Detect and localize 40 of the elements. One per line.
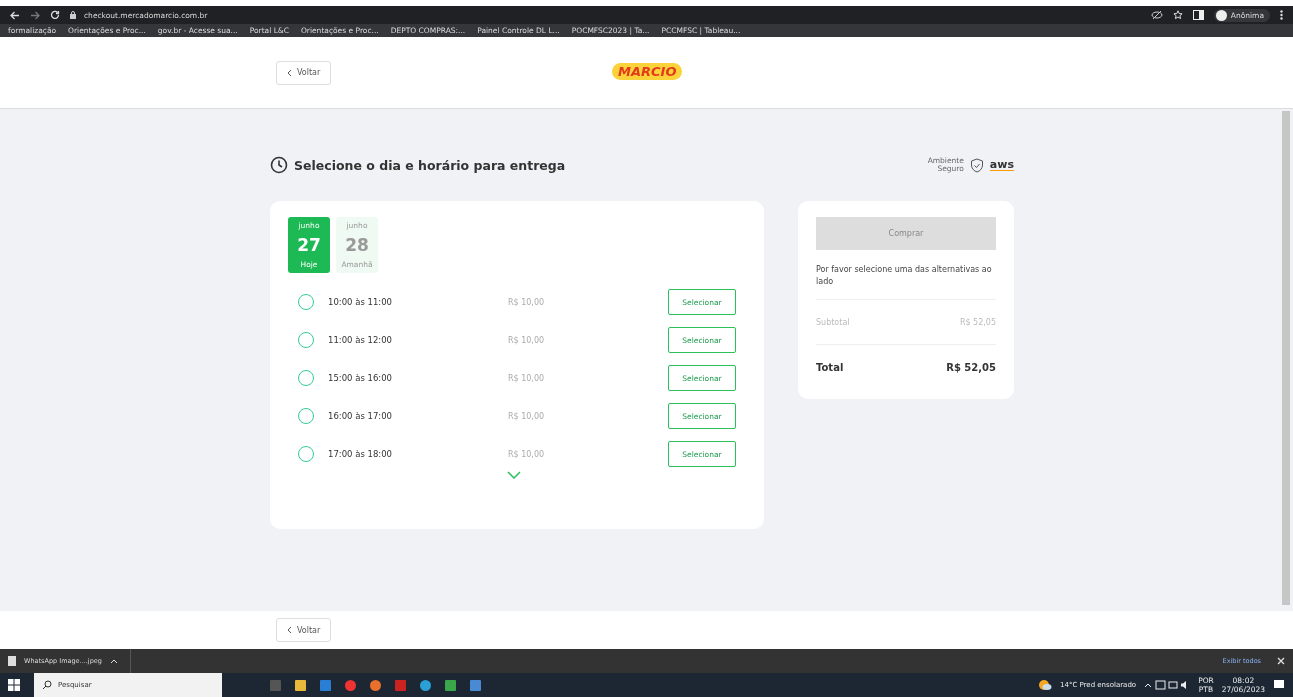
slot-price: R$ 10,00 — [508, 411, 546, 421]
menu-icon[interactable] — [1280, 10, 1283, 20]
slot-price: R$ 10,00 — [508, 297, 546, 307]
hint-text: Por favor selecione uma das alternativas ao lado — [816, 264, 993, 288]
sidebar-icon[interactable] — [1192, 10, 1204, 20]
notification-icon[interactable] — [1273, 679, 1285, 691]
close-icon[interactable] — [1277, 657, 1285, 665]
subtotal-label: Subtotal — [816, 317, 850, 327]
time-range: 11:00 às 12:00 — [328, 335, 394, 345]
scrollbar[interactable] — [1282, 111, 1290, 605]
chevron-left-icon — [287, 626, 292, 634]
total-label: Total — [816, 361, 844, 373]
shield-icon — [969, 157, 984, 173]
time-range: 10:00 às 11:00 — [328, 297, 394, 307]
reload-icon[interactable] — [50, 10, 60, 20]
total-value: R$ 52,05 — [946, 361, 996, 373]
back-icon[interactable] — [10, 10, 20, 20]
weather-icon — [1038, 679, 1052, 691]
section-title: Selecione o dia e horário para entrega — [294, 157, 566, 173]
time-range: 17:00 às 18:00 — [328, 449, 394, 459]
file-icon — [8, 656, 16, 666]
star-icon[interactable] — [1172, 10, 1183, 20]
eye-slash-icon[interactable] — [1150, 10, 1163, 20]
aws-logo: aws — [989, 159, 1014, 171]
slot-price: R$ 10,00 — [508, 373, 546, 383]
forward-icon[interactable] — [30, 10, 40, 20]
back-button[interactable]: Voltar — [276, 618, 332, 642]
time-range: 15:00 às 16:00 — [328, 373, 394, 383]
subtotal-value: R$ 52,05 — [959, 317, 996, 327]
caret-up-icon[interactable] — [109, 658, 118, 664]
back-button[interactable]: Voltar — [276, 60, 332, 85]
slot-price: R$ 10,00 — [508, 449, 546, 459]
lock-icon — [70, 11, 76, 19]
chevron-left-icon — [287, 68, 292, 77]
clock-icon — [270, 156, 288, 174]
slot-price: R$ 10,00 — [508, 335, 546, 345]
search-icon — [42, 680, 52, 690]
time-range: 16:00 às 17:00 — [328, 411, 394, 421]
store-logo: MARCIO — [612, 63, 683, 80]
windows-start-icon[interactable] — [8, 679, 20, 691]
